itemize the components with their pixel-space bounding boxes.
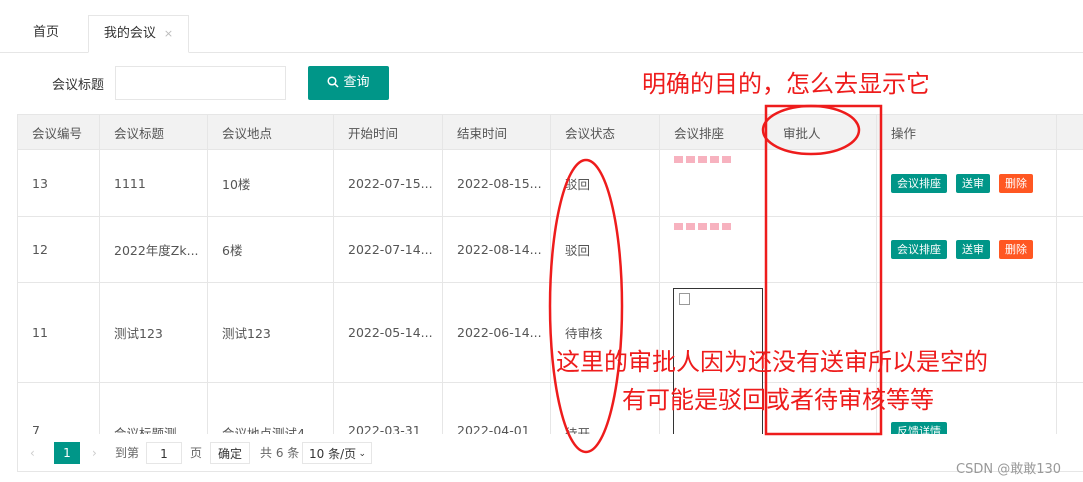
seat-mark [674,156,683,163]
seat-mark [674,223,683,230]
goto-label: 到第 [115,446,140,460]
cell-start: 2022-07-14... [334,217,443,282]
chevron-down-icon: ⌄ [358,449,366,459]
seat-mark [698,223,707,230]
page-size-select[interactable]: 10 条/页 ⌄ [302,442,372,464]
annotation-text-line2: 有可能是驳回或者待审核等等 [622,386,934,414]
seating-button[interactable]: 会议排座 [891,240,947,259]
watermark: CSDN @敢敢130 [956,462,1062,477]
prev-page-button[interactable]: ‹ [30,442,35,464]
broken-image-icon [679,293,690,305]
seat-mark [698,156,707,163]
seat-chart-thumbnail [674,223,731,230]
cell-title: 2022年度Zk... [100,217,208,282]
seat-mark [686,156,695,163]
col-header: 开始时间 [334,115,443,149]
col-header: 会议排座 [660,115,767,149]
tab-home-label: 首页 [32,25,59,40]
seat-mark [710,156,719,163]
col-header: 操作 [877,115,1057,149]
cell-seating [660,150,767,216]
cell-status: 驳回 [551,217,660,282]
cell-end: 2022-06-14... [443,283,551,382]
goto-confirm-button[interactable]: 确定 [210,442,250,464]
cell-id: 12 [18,217,100,282]
cell-id: 11 [18,283,100,382]
submit-review-button[interactable]: 送审 [956,240,990,259]
tab-bar: 首页 我的会议 × [0,0,1083,53]
next-page-button[interactable]: › [92,442,97,464]
cell-end: 2022-04-01 [443,383,551,434]
cell-location: 6楼 [208,217,334,282]
cell-title: 测试123 [100,283,208,382]
pagination: ‹ 1 › 到第 1 页 确定 共 6 条 10 条/页 ⌄ [17,434,1083,472]
col-header: 审批人 [767,115,877,149]
page-number-input[interactable]: 1 [146,442,182,464]
cell-start-text: 2022-05-14... [348,325,433,340]
cell-approver [767,150,877,216]
seat-mark [710,223,719,230]
cell-id: 7 [18,383,100,434]
table-row: 12 2022年度Zk... 6楼 2022-07-14... 2022-08-… [18,217,1083,283]
tab-my-meetings[interactable]: 我的会议 × [88,15,189,53]
cell-title-text: 2022年度Zk... [114,243,199,258]
delete-button[interactable]: 删除 [999,240,1033,259]
seat-mark [722,156,731,163]
total-count: 共 6 条 [260,446,300,460]
cell-location: 10楼 [208,150,334,216]
table-header: 会议编号 会议标题 会议地点 开始时间 结束时间 会议状态 会议排座 审批人 操… [18,115,1083,150]
annotation-text-line1: 这里的审批人因为还没有送审所以是空的 [556,348,988,376]
tab-my-meetings-label: 我的会议 [103,26,156,41]
seat-mark [686,223,695,230]
annotation-text-top: 明确的目的，怎么去显示它 [642,70,930,98]
delete-button[interactable]: 删除 [999,173,1033,193]
seat-chart-thumbnail [674,156,731,163]
page-size-value: 10 条/页 [309,447,357,461]
cell-title: 会议标题测 [100,383,208,434]
cell-start-text: 2022-07-14... [348,242,433,257]
cell-actions: 会议排座 送审 删除 [877,150,1057,216]
cell-location: 测试123 [208,283,334,382]
search-icon [327,76,340,88]
table-row: 13 1111 10楼 2022-07-15... 2022-08-15... … [18,150,1083,217]
current-page[interactable]: 1 [54,442,80,464]
seating-button[interactable]: 会议排座 [891,173,947,193]
cell-end-text: 2022-08-14... [457,242,542,257]
cell-status: 驳回 [551,150,660,216]
seat-mark [722,223,731,230]
cell-end-text: 2022-08-15... [457,175,542,191]
search-button-label: 查询 [343,75,370,90]
feedback-details-button[interactable]: 反馈详情 [891,422,947,434]
cell-title: 1111 [100,150,208,216]
cell-location: 会议地点测试4 [208,383,334,434]
cell-end: 2022-08-14... [443,217,551,282]
cell-seating [660,217,767,282]
close-icon[interactable]: × [164,27,173,40]
cell-id: 13 [18,150,100,216]
search-button[interactable]: 查询 [308,66,389,100]
cell-approver [767,217,877,282]
cell-start: 2022-07-15... [334,150,443,216]
search-label: 会议标题 [52,78,105,93]
cell-start: 2022-05-14... [334,283,443,382]
meeting-title-input[interactable] [115,66,286,100]
cell-start: 2022-03-31 [334,383,443,434]
cell-start-text: 2022-07-15... [348,175,433,191]
col-header: 会议标题 [100,115,208,149]
cell-end-text: 2022-06-14... [457,325,542,340]
col-header: 结束时间 [443,115,551,149]
col-header: 会议状态 [551,115,660,149]
cell-end: 2022-08-15... [443,150,551,216]
cell-actions: 会议排座 送审 删除 [877,217,1057,282]
col-header: 会议地点 [208,115,334,149]
page-label: 页 [190,446,203,460]
col-header: 会议编号 [18,115,100,149]
tab-home[interactable]: 首页 [16,15,76,53]
submit-review-button[interactable]: 送审 [956,173,990,193]
